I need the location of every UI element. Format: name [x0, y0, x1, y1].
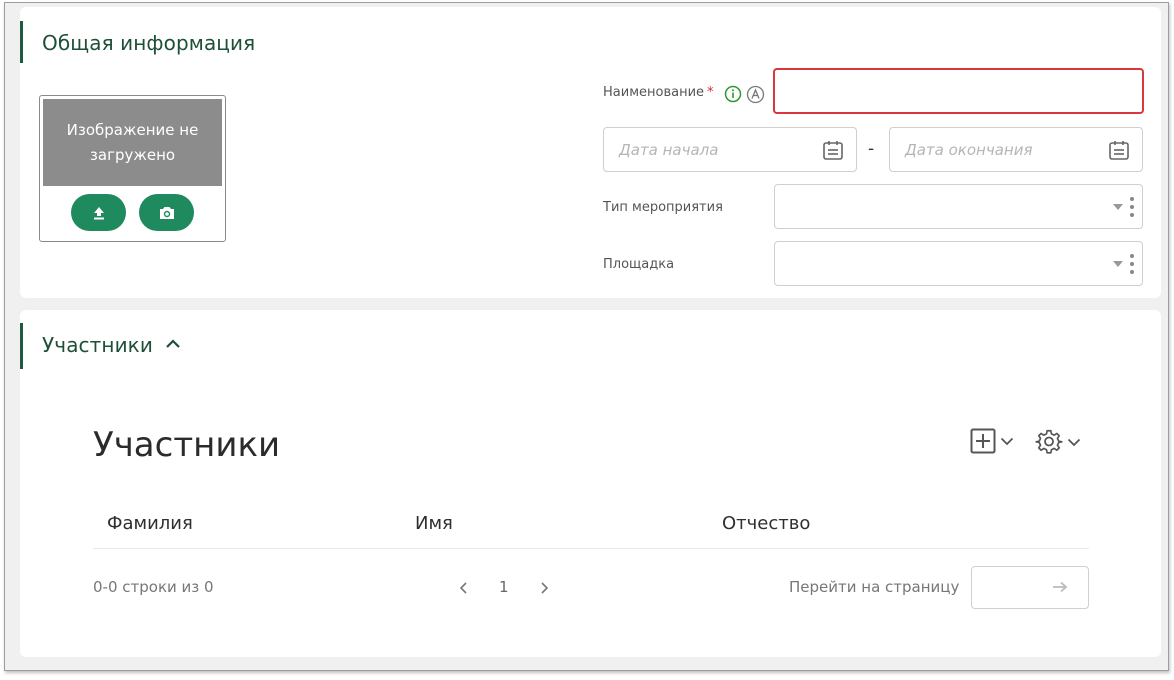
table-header-divider: [93, 548, 1089, 549]
dropdown-arrow-icon[interactable]: [1112, 260, 1124, 268]
venue-select[interactable]: [774, 241, 1143, 286]
next-page-icon[interactable]: [540, 581, 549, 595]
name-label: Наименование *: [603, 85, 714, 100]
current-page[interactable]: 1: [499, 578, 509, 596]
more-vertical-icon[interactable]: [1130, 196, 1134, 218]
gear-icon: [1035, 429, 1063, 454]
start-date-placeholder: Дата начала: [619, 141, 719, 159]
image-upload-box: Изображение не загружено: [39, 95, 226, 242]
chevron-down-icon: [1067, 438, 1081, 446]
required-mark: *: [707, 85, 714, 100]
start-date-field[interactable]: Дата начала: [603, 127, 857, 172]
goto-page-label: Перейти на страницу: [789, 578, 960, 596]
image-placeholder: Изображение не загружено: [43, 99, 222, 186]
date-separator: -: [868, 139, 875, 159]
participants-section-title[interactable]: Участники: [42, 333, 153, 357]
venue-label: Площадка: [603, 257, 675, 272]
section-accent-bar: [20, 21, 23, 63]
add-menu-button[interactable]: [970, 428, 1014, 454]
chevron-up-icon[interactable]: [165, 339, 181, 349]
add-icon: [970, 428, 996, 454]
participants-card: Участники Участники Фамилия Имя Отчество…: [20, 310, 1161, 657]
dropdown-arrow-icon[interactable]: [1112, 203, 1124, 211]
column-header-patronymic[interactable]: Отчество: [722, 513, 810, 534]
event-type-label: Тип мероприятия: [603, 200, 723, 215]
take-photo-button[interactable]: [139, 194, 194, 231]
end-date-placeholder: Дата окончания: [905, 141, 1033, 159]
column-header-surname[interactable]: Фамилия: [107, 513, 193, 534]
rows-summary: 0-0 строки из 0: [93, 578, 214, 596]
section-accent-bar: [20, 323, 23, 369]
calendar-icon[interactable]: [822, 139, 844, 161]
goto-page-input[interactable]: [971, 566, 1089, 609]
column-header-name[interactable]: Имя: [415, 513, 453, 534]
window-frame: Общая информация Изображение не загружен…: [4, 2, 1169, 671]
name-input[interactable]: [773, 68, 1144, 114]
camera-icon: [159, 206, 174, 219]
more-vertical-icon[interactable]: [1130, 253, 1134, 275]
chevron-down-icon: [1000, 437, 1014, 445]
name-label-text: Наименование: [603, 85, 705, 100]
general-info-card: Общая информация Изображение не загружен…: [20, 7, 1161, 298]
auto-translate-icon[interactable]: [746, 85, 765, 104]
upload-image-button[interactable]: [71, 194, 126, 231]
settings-menu-button[interactable]: [1035, 428, 1081, 456]
upload-icon: [93, 206, 104, 219]
general-info-title: Общая информация: [42, 31, 256, 55]
info-icon[interactable]: [724, 85, 742, 103]
prev-page-icon[interactable]: [459, 581, 468, 595]
event-type-select[interactable]: [774, 184, 1143, 229]
end-date-field[interactable]: Дата окончания: [889, 127, 1143, 172]
calendar-icon[interactable]: [1108, 139, 1130, 161]
arrow-right-icon[interactable]: [1052, 581, 1068, 593]
table-title: Участники: [93, 425, 281, 465]
